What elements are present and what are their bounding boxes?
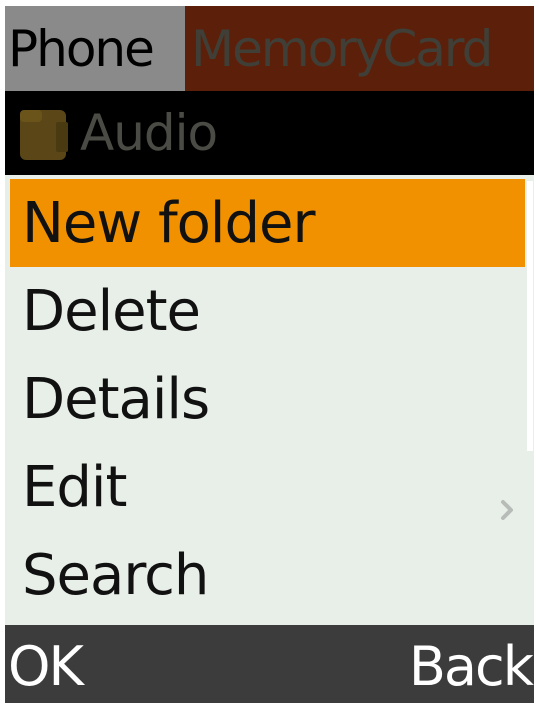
chevron-right-icon	[497, 473, 517, 520]
options-menu: New folder Delete Details Edit Search	[5, 175, 534, 625]
folder-header: Audio	[5, 91, 534, 175]
tab-phone[interactable]: Phone	[5, 6, 185, 91]
softkey-bar: OK Back	[5, 625, 534, 703]
menu-item-edit[interactable]: Edit	[10, 443, 525, 531]
phone-screen: Phone MemoryCard Audio New folder Delete…	[5, 6, 534, 703]
menu-scrollbar[interactable]	[527, 181, 533, 451]
menu-item-delete[interactable]: Delete	[10, 267, 525, 355]
folder-icon	[16, 104, 72, 162]
tab-memorycard[interactable]: MemoryCard	[185, 6, 534, 91]
ok-softkey[interactable]: OK	[5, 631, 84, 698]
folder-title: Audio	[80, 104, 218, 162]
storage-tabs: Phone MemoryCard	[5, 6, 534, 91]
menu-item-details[interactable]: Details	[10, 355, 525, 443]
menu-item-new-folder[interactable]: New folder	[10, 179, 525, 267]
back-softkey[interactable]: Back	[409, 631, 534, 698]
menu-item-search[interactable]: Search	[10, 531, 525, 619]
menu-item-edit-label: Edit	[22, 454, 127, 520]
